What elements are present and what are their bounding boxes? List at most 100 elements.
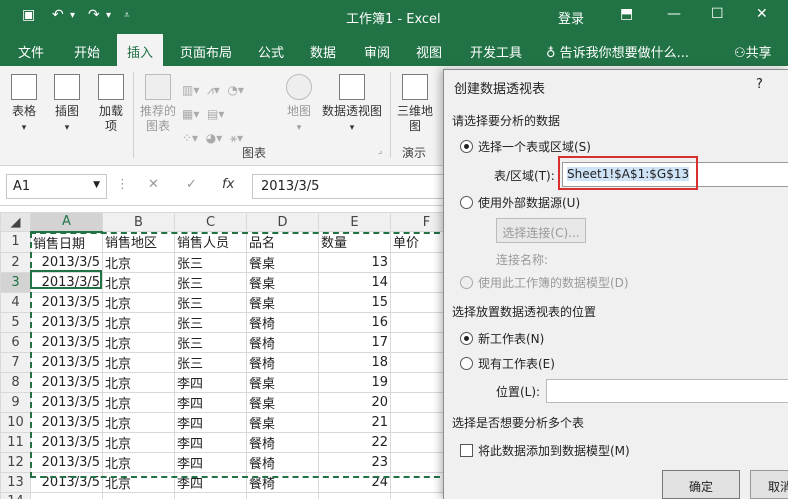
radio-new-worksheet[interactable]: 新工作表(N) <box>460 330 544 347</box>
cell[interactable] <box>30 491 103 499</box>
cell[interactable] <box>246 491 319 499</box>
cell[interactable] <box>102 491 175 499</box>
column-header-d[interactable]: D <box>246 212 319 232</box>
undo-icon[interactable]: ↶ <box>52 7 64 23</box>
recommended-charts-button[interactable]: 推荐的图表 <box>138 74 178 134</box>
add-to-data-model-label: 将此数据添加到数据模型(M) <box>478 444 630 458</box>
cell[interactable] <box>174 491 247 499</box>
tab-home[interactable]: 开始 <box>74 42 100 61</box>
illustrations-button[interactable]: 插图 ▾ <box>50 74 84 136</box>
choose-connection-button[interactable]: 选择连接(C)... <box>496 218 586 243</box>
dialog-launcher-icon[interactable]: ⌟ <box>378 146 382 156</box>
close-icon[interactable]: ✕ <box>756 6 768 22</box>
row-header[interactable]: 6 <box>0 331 31 353</box>
radio-indicator <box>460 140 473 153</box>
tab-review[interactable]: 审阅 <box>364 42 390 61</box>
row-header[interactable]: 11 <box>0 431 31 453</box>
cell[interactable] <box>318 491 391 499</box>
name-box-value: A1 <box>13 179 31 194</box>
tab-view[interactable]: 视图 <box>416 42 442 61</box>
map-label: 地图 <box>286 104 311 118</box>
tab-formulas[interactable]: 公式 <box>258 42 284 61</box>
column-header-b[interactable]: B <box>102 212 175 232</box>
active-cell <box>30 270 102 289</box>
dialog-title: 创建数据透视表 <box>454 82 546 97</box>
name-box[interactable]: A1 ▼ <box>6 174 107 199</box>
row-header[interactable]: 5 <box>0 311 31 333</box>
pivotchart-button[interactable]: 数据透视图 ▾ <box>320 74 384 136</box>
row-header[interactable]: 1 <box>0 231 31 253</box>
radio-external-source[interactable]: 使用外部数据源(U) <box>460 194 580 211</box>
row-header[interactable]: 13 <box>0 471 31 493</box>
redo-icon[interactable]: ↷ <box>88 7 100 23</box>
row-header[interactable]: 2 <box>0 251 31 273</box>
insert-function-button[interactable]: fx <box>222 177 234 192</box>
row-header[interactable]: 3 <box>0 271 31 293</box>
hierarchy-chart-icon: ▦▾ <box>182 107 200 121</box>
radio-select-table-label: 选择一个表或区域(S) <box>478 140 591 154</box>
tab-insert[interactable]: 插入 <box>117 34 164 66</box>
3d-map-button[interactable]: 三维地图 <box>395 74 435 134</box>
maximize-icon[interactable]: ☐ <box>711 6 724 22</box>
radio-select-table[interactable]: 选择一个表或区域(S) <box>460 138 591 155</box>
chevron-down-icon[interactable]: ▾ <box>106 10 111 21</box>
help-button[interactable]: ? <box>756 77 763 92</box>
formula-input[interactable]: 2013/3/5 <box>252 174 452 199</box>
chevron-down-icon[interactable]: ▼ <box>93 180 100 190</box>
ribbon-tabs: 文件 开始 插入 页面布局 公式 数据 审阅 视图 开发工具 ♁ 告诉我你想要做… <box>0 34 788 66</box>
column-header-a[interactable]: A <box>30 212 103 233</box>
row-header[interactable]: 9 <box>0 391 31 413</box>
add-to-data-model-checkbox[interactable]: 将此数据添加到数据模型(M) <box>460 442 630 459</box>
table-row: 14 <box>0 491 463 499</box>
pivotchart-label: 数据透视图 <box>321 104 382 118</box>
column-header-row: ◢ A B C D E F <box>0 212 463 233</box>
row-header[interactable]: 10 <box>0 411 31 433</box>
customize-qat-icon[interactable]: ⩡ <box>124 10 130 21</box>
login-link[interactable]: 登录 <box>558 8 584 27</box>
ribbon-display-icon[interactable]: ⬒ <box>620 6 633 22</box>
ribbon-divider <box>133 72 134 158</box>
map-button[interactable]: 地图 ▾ <box>282 74 316 136</box>
enter-icon[interactable]: ✓ <box>186 177 197 192</box>
tab-developer[interactable]: 开发工具 <box>470 42 522 61</box>
location-input[interactable] <box>546 379 788 403</box>
statistic-chart-icon: ▤▾ <box>207 107 225 121</box>
radio-new-worksheet-label: 新工作表(N) <box>478 332 545 346</box>
column-header-e[interactable]: E <box>318 212 391 232</box>
copy-range-marquee <box>30 232 450 478</box>
radio-data-model[interactable]: 使用此工作簿的数据模型(D) <box>460 274 629 291</box>
row-header[interactable]: 14 <box>0 491 31 499</box>
tab-page-layout[interactable]: 页面布局 <box>180 42 232 61</box>
radio-existing-worksheet[interactable]: 现有工作表(E) <box>460 355 555 372</box>
tab-data[interactable]: 数据 <box>310 42 336 61</box>
tell-me-box[interactable]: ♁ 告诉我你想要做什么... <box>546 42 689 61</box>
line-chart-icon: ⩘▾ <box>207 83 220 97</box>
chart-type-gallery[interactable]: ▥▾ ⩘▾ ◔▾ ▦▾ ▤▾ ⁘▾ ◕▾ ⚹▾ <box>182 78 272 150</box>
row-header[interactable]: 4 <box>0 291 31 313</box>
select-all-corner[interactable]: ◢ <box>0 212 31 232</box>
pivotchart-icon <box>339 74 365 100</box>
radio-data-model-label: 使用此工作簿的数据模型(D) <box>478 276 629 290</box>
cancel-button[interactable]: 取消 <box>750 470 788 499</box>
tab-file[interactable]: 文件 <box>18 42 44 61</box>
checkbox-indicator <box>460 444 473 457</box>
save-icon[interactable]: ▣ <box>22 7 35 23</box>
recommended-charts-label: 推荐的图表 <box>139 104 176 133</box>
illustrations-label: 插图 <box>54 104 79 118</box>
row-header[interactable]: 8 <box>0 371 31 393</box>
ok-button[interactable]: 确定 <box>662 470 740 499</box>
combo-chart-icon: ⚹▾ <box>229 131 244 145</box>
cancel-icon[interactable]: ✕ <box>148 177 159 192</box>
minimize-icon[interactable]: — <box>667 6 681 22</box>
row-header[interactable]: 12 <box>0 451 31 473</box>
row-header[interactable]: 7 <box>0 351 31 373</box>
table-button[interactable]: 表格 ▾ <box>8 74 40 136</box>
section-choose-location: 选择放置数据透视表的位置 <box>452 305 597 319</box>
addins-button[interactable]: 加载项 <box>94 74 128 134</box>
column-header-c[interactable]: C <box>174 212 247 232</box>
radio-indicator <box>460 196 473 209</box>
chevron-down-icon[interactable]: ▾ <box>70 10 75 21</box>
illustrations-icon <box>54 74 80 100</box>
share-button[interactable]: ⚇共享 <box>734 42 772 61</box>
section-multiple-tables: 选择是否想要分析多个表 <box>452 416 585 430</box>
